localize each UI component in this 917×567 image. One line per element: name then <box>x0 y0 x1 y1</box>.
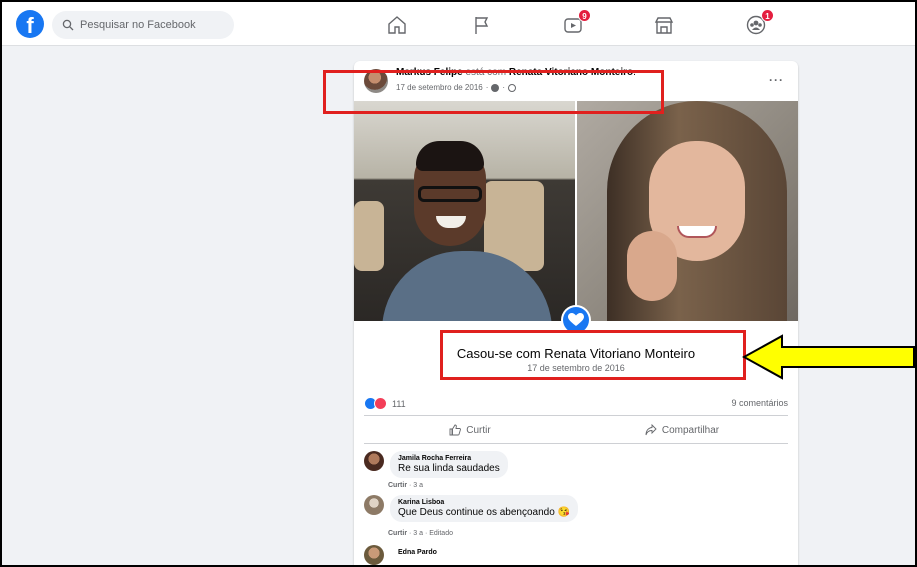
glasses <box>418 186 482 202</box>
top-navigation-bar: f 9 1 <box>2 2 915 46</box>
post-actions-bar: Curtir Compartilhar <box>364 418 788 442</box>
like-button[interactable]: Curtir <box>364 418 576 442</box>
annotation-box-event <box>440 330 746 380</box>
post-card: Markus Felipe está com Renata Vitoriano … <box>354 61 798 565</box>
comment-text: Que Deus continue os abençoando 😘 <box>398 507 571 518</box>
home-icon[interactable] <box>386 14 408 36</box>
share-button[interactable]: Compartilhar <box>576 418 788 442</box>
comment-text: Re sua linda saudades <box>398 463 500 474</box>
screenshot-frame: f 9 1 Markus Fel <box>2 2 915 565</box>
woman-smile <box>677 226 717 238</box>
groups-notification-badge: 1 <box>761 9 774 22</box>
comment-time: · 3 a <box>407 482 424 489</box>
watch-icon[interactable]: 9 <box>562 9 591 36</box>
comment-time: · 3 a · Editado <box>407 530 453 537</box>
search-icon <box>62 19 74 31</box>
commenter-avatar[interactable] <box>364 451 384 471</box>
comment-actions: Curtir · 3 a · Editado <box>388 530 453 537</box>
comment-like-link[interactable]: Curtir <box>388 530 407 537</box>
share-button-label: Compartilhar <box>661 424 720 436</box>
comment-bubble: Karina Lisboa Que Deus continue os abenç… <box>390 495 579 522</box>
post-photos[interactable] <box>354 101 798 321</box>
flag-icon[interactable] <box>471 14 493 36</box>
more-options-button[interactable]: ··· <box>769 73 784 87</box>
search-box[interactable] <box>52 11 234 39</box>
annotation-box-header <box>323 70 664 114</box>
comment-bubble: Edna Pardo <box>390 545 445 560</box>
marketplace-icon[interactable] <box>653 14 675 36</box>
photo-man-in-car[interactable] <box>354 101 575 321</box>
comment-actions: Curtir · 3 a <box>388 482 423 489</box>
woman-hand <box>627 231 677 301</box>
thumbs-up-icon <box>449 424 462 436</box>
search-input[interactable] <box>80 19 220 31</box>
reaction-count: 111 <box>392 398 406 409</box>
photo-woman-portrait[interactable] <box>577 101 798 321</box>
car-seat-left <box>354 201 384 271</box>
love-reaction-icon <box>374 397 387 410</box>
watch-notification-badge: 9 <box>578 9 591 22</box>
commenter-avatar[interactable] <box>364 545 384 565</box>
share-icon <box>645 424 657 436</box>
man-hair <box>416 141 484 171</box>
comment-bubble: Jamila Rocha Ferreira Re sua linda sauda… <box>390 451 508 478</box>
commenter-avatar[interactable] <box>364 495 384 515</box>
facebook-logo-icon[interactable]: f <box>16 10 44 38</box>
reactions-summary[interactable]: 111 <box>364 397 406 410</box>
groups-icon[interactable]: 1 <box>745 9 774 36</box>
kiss-emoji: 😘 <box>557 507 571 518</box>
comments-count-link[interactable]: 9 comentários <box>731 398 788 408</box>
comment-like-link[interactable]: Curtir <box>388 482 407 489</box>
divider-bottom <box>364 443 788 444</box>
annotation-arrow-icon <box>742 334 915 380</box>
commenter-name[interactable]: Edna Pardo <box>398 549 437 556</box>
like-button-label: Curtir <box>466 424 491 436</box>
commenter-name[interactable]: Jamila Rocha Ferreira <box>398 455 500 462</box>
commenter-name[interactable]: Karina Lisboa <box>398 499 570 506</box>
divider-top <box>364 415 788 416</box>
